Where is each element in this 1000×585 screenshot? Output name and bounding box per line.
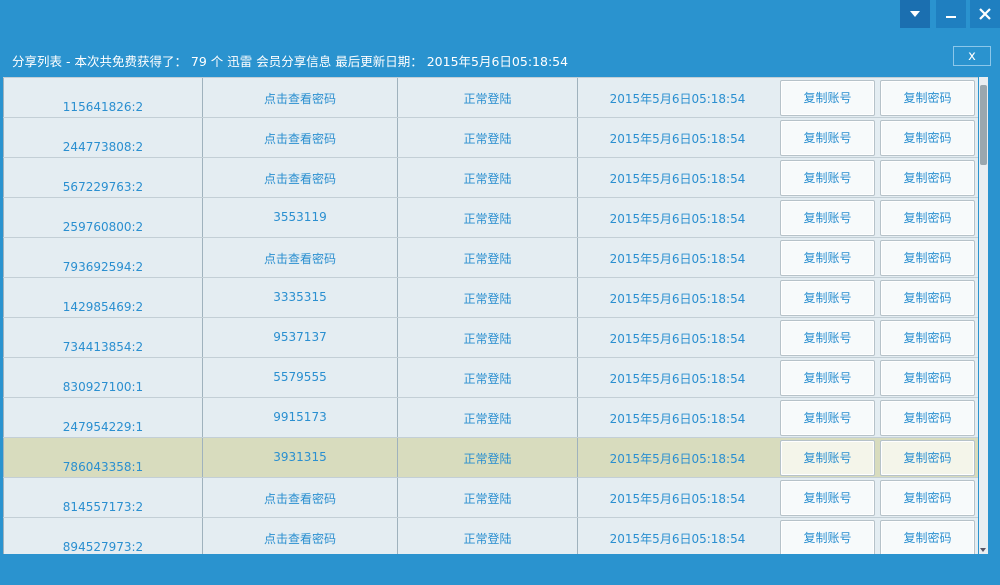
- password-cell[interactable]: 点击查看密码: [202, 518, 397, 554]
- password-cell[interactable]: 点击查看密码: [202, 478, 397, 517]
- copy-account-button[interactable]: 复制账号: [780, 240, 875, 276]
- status-cell: 正常登陆: [397, 278, 577, 317]
- copy-account-button[interactable]: 复制账号: [780, 400, 875, 436]
- copy-password-button[interactable]: 复制密码: [880, 280, 975, 316]
- status-cell: 正常登陆: [397, 118, 577, 157]
- password-cell: 9537137: [202, 318, 397, 357]
- copy-account-button[interactable]: 复制账号: [780, 480, 875, 516]
- date-cell: 2015年5月6日05:18:54: [577, 198, 777, 237]
- table-row[interactable]: 786043358:1 3931315 正常登陆 2015年5月6日05:18:54 复…: [3, 437, 978, 477]
- copy-password-button[interactable]: 复制密码: [880, 480, 975, 516]
- password-cell: 3931315: [202, 438, 397, 477]
- password-cell: 5579555: [202, 358, 397, 397]
- status-cell: 正常登陆: [397, 198, 577, 237]
- close-icon: [979, 8, 991, 20]
- close-button[interactable]: [970, 0, 1000, 28]
- account-cell: 244773808:2: [3, 118, 202, 157]
- copy-password-button[interactable]: 复制密码: [880, 360, 975, 396]
- share-list-title: 分享列表 - 本次共免费获得了： 79 个 迅雷 会员分享信息 最后更新日期： …: [12, 54, 569, 69]
- password-cell[interactable]: 点击查看密码: [202, 118, 397, 157]
- account-cell: 259760800:2: [3, 198, 202, 237]
- password-cell[interactable]: 点击查看密码: [202, 238, 397, 277]
- account-cell: 814557173:2: [3, 478, 202, 517]
- date-cell: 2015年5月6日05:18:54: [577, 278, 777, 317]
- date-cell: 2015年5月6日05:18:54: [577, 398, 777, 437]
- copy-account-button[interactable]: 复制账号: [780, 120, 875, 156]
- table-row[interactable]: 567229763:2 点击查看密码 正常登陆 2015年5月6日05:18:54 复制…: [3, 157, 978, 197]
- table-row[interactable]: 259760800:2 3553119 正常登陆 2015年5月6日05:18:54 复…: [3, 197, 978, 237]
- copy-password-button[interactable]: 复制密码: [880, 160, 975, 196]
- date-cell: 2015年5月6日05:18:54: [577, 358, 777, 397]
- table-row[interactable]: 247954229:1 9915173 正常登陆 2015年5月6日05:18:54 复…: [3, 397, 978, 437]
- copy-account-button[interactable]: 复制账号: [780, 520, 875, 554]
- password-cell: 3553119: [202, 198, 397, 237]
- account-cell: 142985469:2: [3, 278, 202, 317]
- vertical-scrollbar[interactable]: [979, 77, 988, 554]
- status-cell: 正常登陆: [397, 78, 577, 117]
- copy-password-button[interactable]: 复制密码: [880, 200, 975, 236]
- account-cell: 247954229:1: [3, 398, 202, 437]
- account-cell: 567229763:2: [3, 158, 202, 197]
- copy-password-button[interactable]: 复制密码: [880, 440, 975, 476]
- password-cell[interactable]: 点击查看密码: [202, 78, 397, 117]
- minimize-icon: [946, 16, 956, 18]
- account-cell: 734413854:2: [3, 318, 202, 357]
- copy-account-button[interactable]: 复制账号: [780, 440, 875, 476]
- copy-password-button[interactable]: 复制密码: [880, 120, 975, 156]
- copy-account-button[interactable]: 复制账号: [780, 160, 875, 196]
- status-cell: 正常登陆: [397, 398, 577, 437]
- share-table: 115641826:2 点击查看密码 正常登陆 2015年5月6日05:18:54 复制…: [3, 77, 978, 554]
- copy-password-button[interactable]: 复制密码: [880, 520, 975, 554]
- table-row[interactable]: 894527973:2 点击查看密码 正常登陆 2015年5月6日05:18:54 复制…: [3, 517, 978, 554]
- date-cell: 2015年5月6日05:18:54: [577, 318, 777, 357]
- status-cell: 正常登陆: [397, 158, 577, 197]
- date-cell: 2015年5月6日05:18:54: [577, 238, 777, 277]
- date-cell: 2015年5月6日05:18:54: [577, 478, 777, 517]
- status-cell: 正常登陆: [397, 478, 577, 517]
- copy-password-button[interactable]: 复制密码: [880, 320, 975, 356]
- table-row[interactable]: 830927100:1 5579555 正常登陆 2015年5月6日05:18:54 复…: [3, 357, 978, 397]
- copy-password-button[interactable]: 复制密码: [880, 80, 975, 116]
- date-cell: 2015年5月6日05:18:54: [577, 118, 777, 157]
- copy-password-button[interactable]: 复制密码: [880, 240, 975, 276]
- scrollbar-thumb[interactable]: [980, 85, 987, 165]
- status-cell: 正常登陆: [397, 318, 577, 357]
- account-cell: 793692594:2: [3, 238, 202, 277]
- account-cell: 830927100:1: [3, 358, 202, 397]
- status-cell: 正常登陆: [397, 518, 577, 554]
- status-cell: 正常登陆: [397, 238, 577, 277]
- table-row[interactable]: 115641826:2 点击查看密码 正常登陆 2015年5月6日05:18:54 复制…: [3, 77, 978, 117]
- dropdown-triangle-icon: [910, 11, 920, 17]
- table-row[interactable]: 793692594:2 点击查看密码 正常登陆 2015年5月6日05:18:54 复制…: [3, 237, 978, 277]
- account-cell: 115641826:2: [3, 78, 202, 117]
- password-cell: 9915173: [202, 398, 397, 437]
- copy-account-button[interactable]: 复制账号: [780, 80, 875, 116]
- status-cell: 正常登陆: [397, 358, 577, 397]
- password-cell[interactable]: 点击查看密码: [202, 158, 397, 197]
- copy-account-button[interactable]: 复制账号: [780, 320, 875, 356]
- date-cell: 2015年5月6日05:18:54: [577, 438, 777, 477]
- copy-account-button[interactable]: 复制账号: [780, 360, 875, 396]
- date-cell: 2015年5月6日05:18:54: [577, 78, 777, 117]
- copy-account-button[interactable]: 复制账号: [780, 200, 875, 236]
- scroll-down-arrow-icon[interactable]: [980, 548, 986, 552]
- table-row[interactable]: 814557173:2 点击查看密码 正常登陆 2015年5月6日05:18:54 复制…: [3, 477, 978, 517]
- table-row[interactable]: 244773808:2 点击查看密码 正常登陆 2015年5月6日05:18:54 复制…: [3, 117, 978, 157]
- menu-dropdown-button[interactable]: [900, 0, 930, 28]
- copy-account-button[interactable]: 复制账号: [780, 280, 875, 316]
- date-cell: 2015年5月6日05:18:54: [577, 518, 777, 554]
- minimize-button[interactable]: [936, 0, 966, 28]
- date-cell: 2015年5月6日05:18:54: [577, 158, 777, 197]
- account-cell: 786043358:1: [3, 438, 202, 477]
- password-cell: 3335315: [202, 278, 397, 317]
- status-cell: 正常登陆: [397, 438, 577, 477]
- table-row[interactable]: 142985469:2 3335315 正常登陆 2015年5月6日05:18:54 复…: [3, 277, 978, 317]
- panel-close-button[interactable]: x: [953, 46, 991, 66]
- account-cell: 894527973:2: [3, 518, 202, 554]
- copy-password-button[interactable]: 复制密码: [880, 400, 975, 436]
- table-row[interactable]: 734413854:2 9537137 正常登陆 2015年5月6日05:18:54 复…: [3, 317, 978, 357]
